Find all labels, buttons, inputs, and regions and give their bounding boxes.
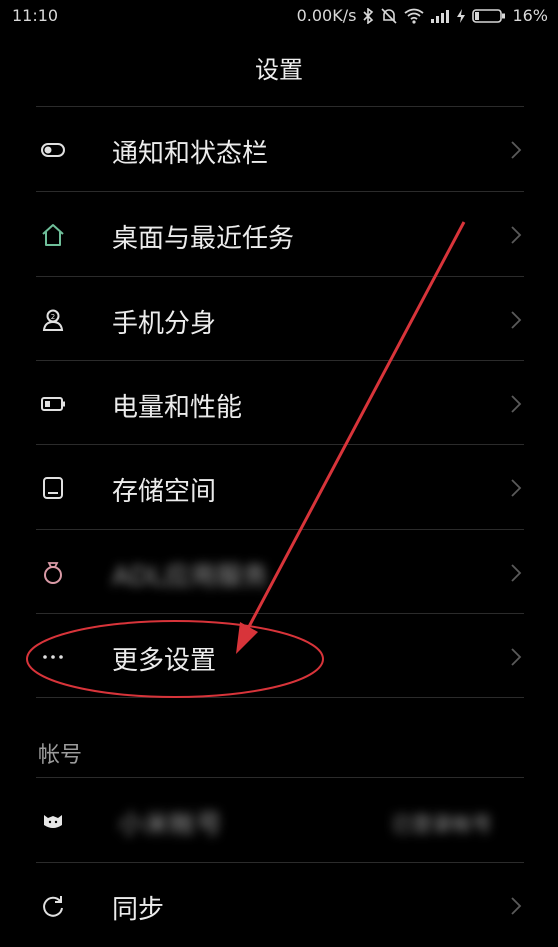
settings-item-label: 同步	[112, 895, 165, 925]
status-bar: 11:10 0.00K/s 16%	[0, 0, 558, 32]
settings-item-label: 电量和性能	[112, 393, 243, 423]
storage-icon	[43, 477, 63, 499]
account-value: 已登录帐号	[392, 812, 492, 836]
chevron-right-icon	[511, 479, 522, 497]
settings-item-blurred[interactable]: ADL应用服务	[0, 530, 558, 614]
ring-icon	[44, 562, 62, 584]
signal-icon	[431, 9, 450, 23]
wifi-icon	[404, 8, 424, 24]
status-right: 0.00K/s 16%	[297, 6, 548, 25]
account-name: 小米帐号	[118, 810, 223, 840]
charging-icon	[457, 8, 466, 23]
chevron-right-icon	[511, 226, 522, 244]
settings-item-notifications[interactable]: 通知和状态栏	[0, 107, 558, 191]
section-header-account: 帐号	[38, 743, 83, 768]
svg-text:2: 2	[51, 313, 55, 321]
chevron-right-icon	[511, 311, 522, 329]
settings-item-label: 桌面与最近任务	[112, 224, 295, 254]
chevron-right-icon	[511, 564, 522, 582]
settings-item-label: ADL应用服务	[112, 562, 269, 592]
settings-item-label: 手机分身	[112, 309, 217, 339]
page-title: 设置	[255, 56, 303, 84]
home-icon	[42, 224, 64, 246]
dual-user-icon: 2	[42, 309, 64, 331]
mi-icon	[44, 815, 62, 828]
bluetooth-icon	[363, 7, 374, 24]
settings-item-battery[interactable]: 电量和性能	[0, 361, 558, 445]
chevron-right-icon	[511, 897, 522, 915]
network-speed: 0.00K/s	[296, 6, 357, 25]
status-time: 11:10	[12, 6, 59, 25]
account-item-sync[interactable]: 同步	[0, 863, 558, 947]
chevron-right-icon	[511, 395, 522, 413]
settings-item-more[interactable]: 更多设置	[0, 614, 558, 698]
account-item-mi[interactable]: 小米帐号 已登录帐号	[0, 778, 558, 862]
settings-item-label: 通知和状态栏	[112, 139, 269, 169]
more-dots-icon	[43, 655, 63, 659]
settings-item-dual-user[interactable]: 2 手机分身	[0, 277, 558, 361]
divider	[36, 697, 524, 698]
settings-item-storage[interactable]: 存储空间	[0, 445, 558, 529]
chevron-right-icon	[511, 648, 522, 666]
sync-icon	[43, 896, 63, 917]
battery-status-icon	[472, 8, 506, 23]
settings-item-label: 更多设置	[112, 646, 217, 676]
battery-percent: 16%	[512, 6, 548, 25]
settings-item-label: 存储空间	[112, 477, 217, 507]
toggle-icon	[41, 143, 65, 157]
battery-icon	[41, 397, 65, 411]
mute-icon	[381, 7, 398, 24]
settings-item-home[interactable]: 桌面与最近任务	[0, 192, 558, 276]
chevron-right-icon	[511, 141, 522, 159]
